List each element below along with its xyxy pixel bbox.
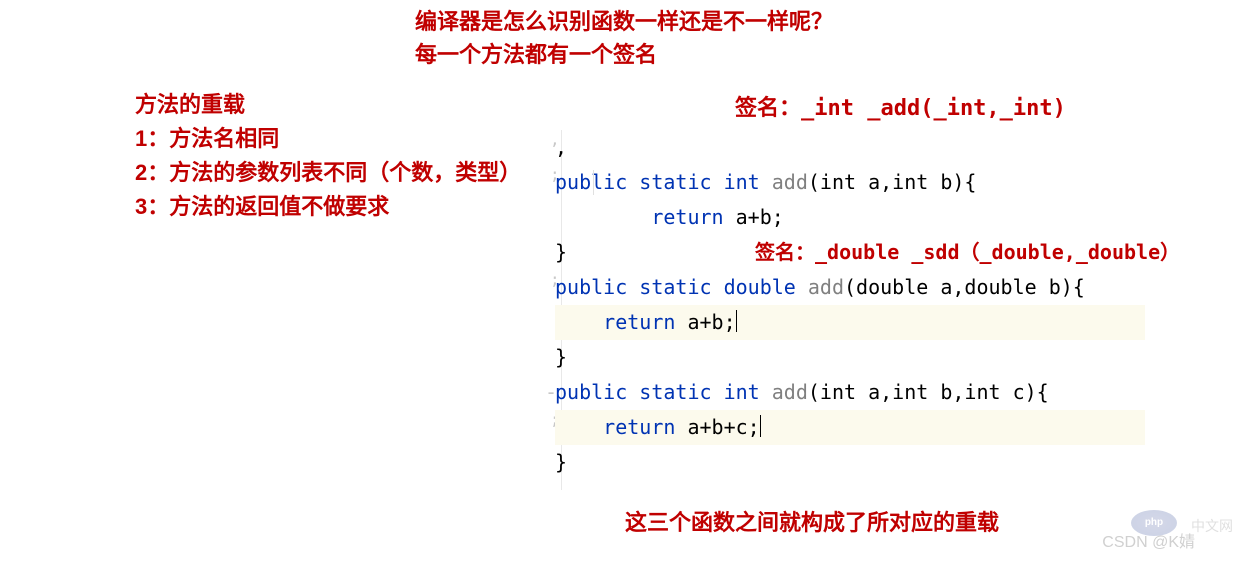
text-cursor	[760, 415, 762, 437]
code-line: }	[555, 445, 1195, 480]
code-line: ,	[555, 130, 1195, 165]
code-line: }	[555, 340, 1195, 375]
signature-double: 签名：_double _sdd（_double,_double）	[755, 235, 1180, 270]
code-text: ,	[555, 135, 567, 159]
text-cursor	[736, 310, 738, 332]
keyword-public: public	[555, 380, 627, 404]
keyword-public: public	[555, 170, 627, 194]
params: (int a,int b,int c){	[808, 380, 1049, 404]
function-name: add	[808, 275, 844, 299]
rule-1: 1：方法名相同	[135, 122, 521, 156]
rule-3: 3：方法的返回值不做要求	[135, 190, 521, 224]
function-name: add	[772, 380, 808, 404]
type-int: int	[724, 170, 760, 194]
function-name: add	[772, 170, 808, 194]
params: (double a,double b){	[844, 275, 1085, 299]
type-int: int	[724, 380, 760, 404]
indent-guide	[593, 170, 594, 195]
watermark-csdn: CSDN @K婧	[1102, 528, 1195, 552]
collapse-mark: -	[545, 375, 557, 410]
code-line: -public static int add(int a,int b,int c…	[555, 375, 1195, 410]
expr: a+b;	[724, 205, 784, 229]
keyword-static: static	[639, 380, 711, 404]
keyword-return: return	[603, 310, 675, 334]
expr: a+b;	[675, 310, 735, 334]
watermark-site: 中文网	[1191, 516, 1233, 536]
header-line2: 每一个方法都有一个签名	[415, 38, 833, 71]
code-line: return a+b;	[555, 200, 1195, 235]
keyword-static: static	[639, 275, 711, 299]
code-editor: , public static int add(int a,int b){ re…	[555, 130, 1195, 480]
brace: }	[555, 450, 567, 474]
overload-rules: 方法的重载 1：方法名相同 2：方法的参数列表不同（个数，类型） 3：方法的返回…	[135, 88, 521, 224]
header-line1: 编译器是怎么识别函数一样还是不一样呢？	[415, 5, 833, 38]
keyword-return: return	[651, 205, 723, 229]
code-line: public static int add(int a,int b){	[555, 165, 1195, 200]
header-question: 编译器是怎么识别函数一样还是不一样呢？ 每一个方法都有一个签名	[415, 5, 833, 71]
brace: }	[555, 240, 567, 264]
type-double: double	[724, 275, 796, 299]
keyword-return: return	[603, 415, 675, 439]
bottom-summary: 这三个函数之间就构成了所对应的重载	[625, 505, 999, 537]
signature-int: 签名：_int _add(_int,_int)	[735, 90, 1066, 122]
brace: }	[555, 345, 567, 369]
params: (int a,int b){	[808, 170, 977, 194]
rule-2: 2：方法的参数列表不同（个数，类型）	[135, 156, 521, 190]
code-line-highlighted: return a+b;	[555, 305, 1145, 340]
code-line-highlighted: return a+b+c;	[555, 410, 1145, 445]
rules-title: 方法的重载	[135, 88, 521, 122]
keyword-static: static	[639, 170, 711, 194]
expr: a+b+c;	[675, 415, 759, 439]
code-line: public static double add(double a,double…	[555, 270, 1195, 305]
keyword-public: public	[555, 275, 627, 299]
